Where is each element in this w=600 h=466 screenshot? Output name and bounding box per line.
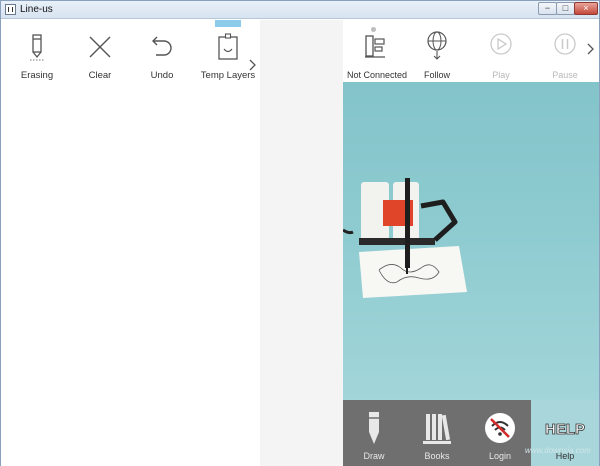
undo-arrow-icon: [152, 36, 172, 56]
follow-label: Follow: [423, 70, 450, 80]
connection-status-button[interactable]: Not Connected: [347, 20, 408, 82]
watermark-text: www.downxia.com: [525, 446, 591, 455]
play-icon: [490, 33, 512, 55]
minimize-button[interactable]: −: [538, 2, 557, 15]
erasing-button[interactable]: Erasing: [15, 20, 59, 84]
login-no-wifi-icon: [485, 413, 515, 443]
temp-layers-icon: [218, 33, 238, 60]
books-label: Books: [424, 451, 450, 461]
login-tab[interactable]: Login: [469, 400, 531, 466]
undo-label: Undo: [150, 70, 174, 81]
clear-button[interactable]: Clear: [81, 20, 119, 84]
globe-follow-icon: [427, 31, 447, 60]
books-icon: [423, 414, 451, 444]
app-icon: [5, 4, 16, 15]
draw-tab[interactable]: Draw: [343, 400, 405, 466]
pause-label: Pause: [552, 70, 578, 80]
temp-layers-button[interactable]: Temp Layers: [199, 20, 257, 84]
machine-status-icon: [365, 35, 385, 58]
robot-illustration: [343, 178, 467, 298]
play-label: Play: [492, 70, 510, 80]
close-button[interactable]: ×: [574, 2, 598, 15]
chevron-right-icon[interactable]: [586, 42, 596, 56]
canvas-margin: [260, 20, 343, 466]
login-label: Login: [488, 451, 512, 461]
help-logo-text: HELP: [545, 421, 585, 438]
drawing-canvas-panel[interactable]: Erasing Clear Undo Temp Layers: [1, 20, 260, 466]
robot-arm: [420, 199, 458, 242]
bottom-nav: Draw Books Login: [343, 400, 531, 466]
machine-toolbar: Not Connected Follow Play Pause: [343, 20, 599, 82]
help-logo-icon: HELP: [545, 421, 586, 439]
undo-button[interactable]: Undo: [143, 20, 181, 84]
clear-label: Clear: [88, 70, 112, 81]
pen-nib-icon: [369, 412, 379, 444]
title-bar: Line-us − □ ×: [1, 1, 599, 19]
draw-label: Draw: [363, 451, 385, 461]
connection-status-label: Not Connected: [347, 70, 408, 80]
maximize-button[interactable]: □: [556, 2, 575, 15]
window-title: Line-us: [20, 4, 53, 15]
play-button[interactable]: Play: [479, 20, 523, 82]
pause-icon: [554, 33, 576, 55]
follow-button[interactable]: Follow: [415, 20, 459, 82]
robot-photo: [343, 82, 599, 400]
app-window: Line-us − □ × Erasing Clear Undo Temp La…: [0, 0, 600, 466]
robot-cable: [343, 228, 354, 235]
help-area[interactable]: HELP Help: [531, 400, 599, 466]
pen-erase-icon: [30, 34, 44, 61]
pause-button[interactable]: Pause: [543, 20, 587, 82]
erasing-label: Erasing: [20, 70, 54, 81]
robot-pen: [405, 178, 410, 268]
clear-x-icon: [89, 36, 111, 58]
robot-base: [359, 238, 435, 245]
chevron-right-icon[interactable]: [248, 58, 258, 72]
books-tab[interactable]: Books: [406, 400, 468, 466]
